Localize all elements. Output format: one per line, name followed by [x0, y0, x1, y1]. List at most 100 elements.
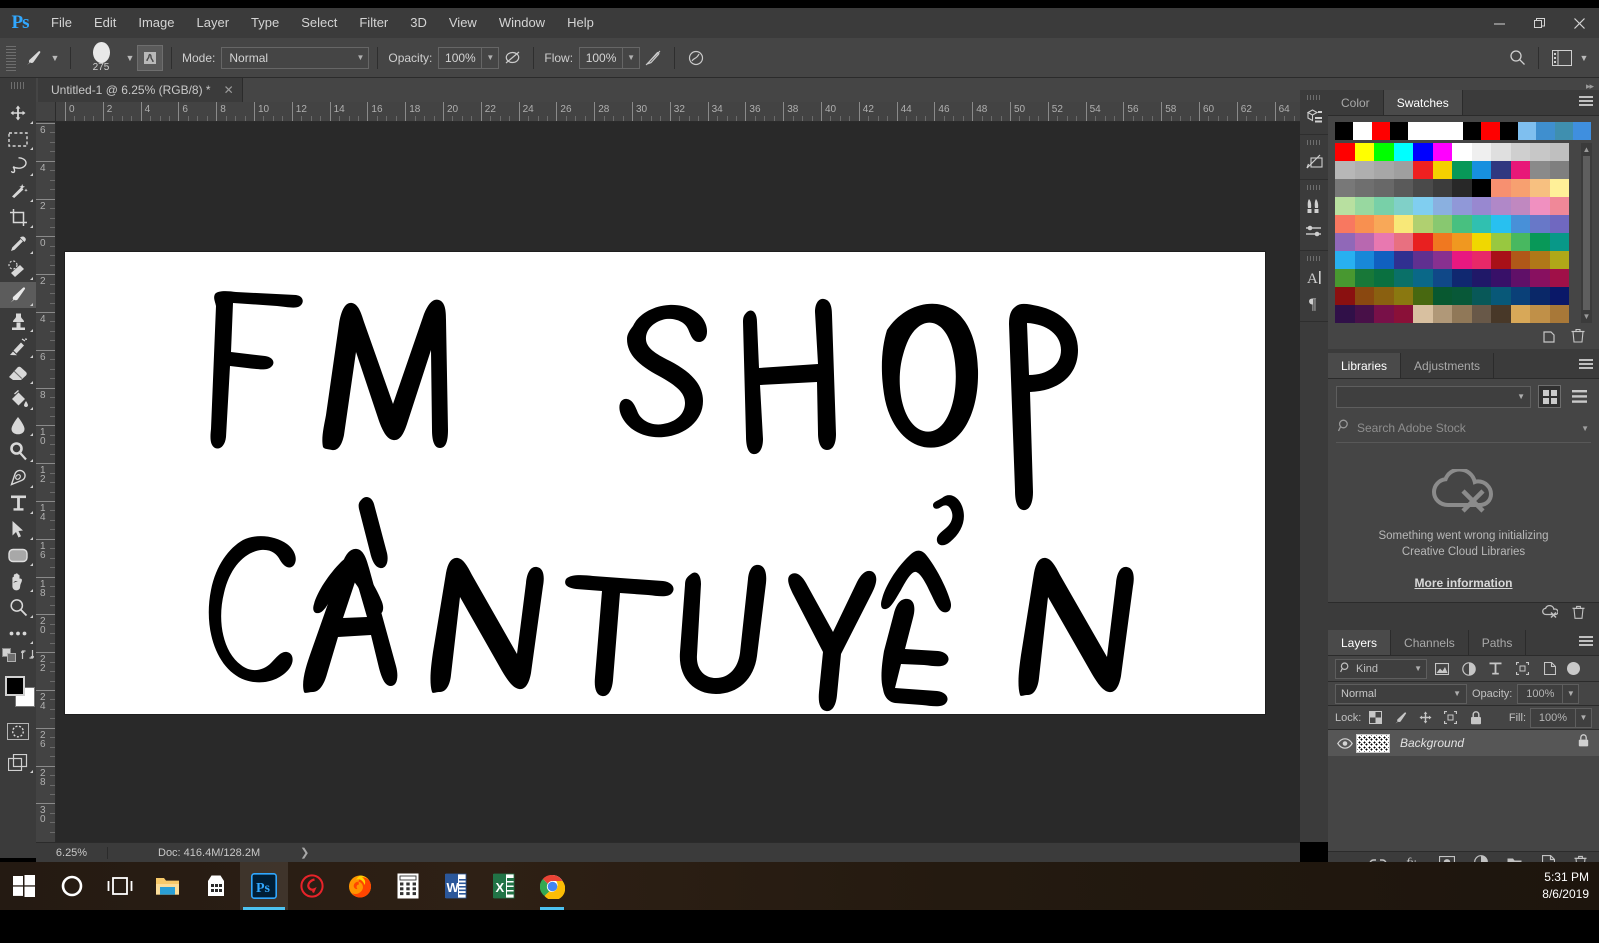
- filter-shape-icon[interactable]: [1510, 659, 1535, 679]
- tool-history-brush[interactable]: [0, 334, 36, 360]
- swatch-cell[interactable]: [1491, 215, 1511, 233]
- lock-artboard-icon[interactable]: [1440, 708, 1461, 728]
- tab-libraries[interactable]: Libraries: [1328, 353, 1402, 378]
- opacity-pressure-icon[interactable]: [499, 45, 525, 71]
- swatch-cell[interactable]: [1517, 122, 1537, 140]
- opacity-input[interactable]: 100%: [438, 46, 483, 69]
- tool-marquee[interactable]: [0, 126, 36, 152]
- layer-visibility-eye-icon[interactable]: [1334, 737, 1356, 749]
- swatch-cell[interactable]: [1413, 161, 1433, 179]
- swatch-cell[interactable]: [1432, 179, 1452, 197]
- horizontal-ruler[interactable]: 0 2 4 6 8 10 12 14 16 18 20 22 24 26 28 30 32 34 36 38 40 42 4…: [56, 102, 1300, 122]
- swatch-cell[interactable]: [1452, 197, 1472, 215]
- swatch-cell[interactable]: [1335, 233, 1355, 251]
- list-view-button[interactable]: [1568, 385, 1591, 408]
- swatch-cell[interactable]: [1413, 287, 1433, 305]
- workspace-chevron-down-icon[interactable]: ▼: [1577, 53, 1591, 63]
- swatch-cell[interactable]: [1335, 179, 1355, 197]
- swatch-cell[interactable]: [1491, 161, 1511, 179]
- swatch-cell[interactable]: [1491, 233, 1511, 251]
- swatch-cell[interactable]: [1354, 287, 1374, 305]
- swatch-cell[interactable]: [1432, 143, 1452, 161]
- filter-smartobject-icon[interactable]: [1537, 659, 1562, 679]
- menu-type[interactable]: Type: [240, 8, 290, 38]
- tool-type[interactable]: [0, 490, 36, 516]
- swatch-cell[interactable]: [1335, 215, 1355, 233]
- swatch-cell[interactable]: [1432, 197, 1452, 215]
- swatch-cell[interactable]: [1549, 215, 1569, 233]
- swatch-cell[interactable]: [1374, 305, 1394, 323]
- swatch-cell[interactable]: [1491, 197, 1511, 215]
- tool-quick-selection[interactable]: [0, 178, 36, 204]
- swatch-cell[interactable]: [1530, 269, 1550, 287]
- artboard[interactable]: [65, 252, 1265, 714]
- swatch-cell[interactable]: [1491, 251, 1511, 269]
- menu-filter[interactable]: Filter: [348, 8, 399, 38]
- quick-mask-mode-button[interactable]: [0, 718, 36, 744]
- swatch-cell[interactable]: [1354, 251, 1374, 269]
- flow-input[interactable]: 100%: [579, 46, 624, 69]
- swatch-cell[interactable]: [1452, 161, 1472, 179]
- swatches-scrollbar[interactable]: ▲ ▼: [1581, 143, 1592, 323]
- swatch-cell[interactable]: [1471, 143, 1491, 161]
- search-icon[interactable]: [1504, 45, 1530, 71]
- layer-opacity-input[interactable]: 100%: [1517, 683, 1564, 704]
- swatch-cell[interactable]: [1374, 287, 1394, 305]
- swatch-cell[interactable]: [1335, 269, 1355, 287]
- swatch-cell[interactable]: [1353, 122, 1372, 140]
- library-select[interactable]: ▼: [1336, 385, 1531, 408]
- swatch-cell[interactable]: [1413, 269, 1433, 287]
- swatch-cell[interactable]: [1549, 197, 1569, 215]
- swatch-cell[interactable]: [1549, 179, 1569, 197]
- swatch-cell[interactable]: [1530, 215, 1550, 233]
- swatch-cell[interactable]: [1463, 122, 1482, 140]
- swatch-cell[interactable]: [1335, 161, 1355, 179]
- close-button[interactable]: [1559, 8, 1599, 38]
- lock-position-icon[interactable]: [1415, 708, 1436, 728]
- swatch-cell[interactable]: [1335, 287, 1355, 305]
- filter-type-icon[interactable]: [1483, 659, 1508, 679]
- swatch-cell[interactable]: [1452, 179, 1472, 197]
- swatch-cell[interactable]: [1432, 305, 1452, 323]
- swatch-cell[interactable]: [1510, 143, 1530, 161]
- chrome-button[interactable]: [528, 862, 576, 910]
- lock-image-pixels-icon[interactable]: [1390, 708, 1411, 728]
- tab-layers[interactable]: Layers: [1328, 630, 1392, 655]
- swatch-cell[interactable]: [1452, 143, 1472, 161]
- rail-grip[interactable]: [1307, 95, 1321, 100]
- swatch-cell[interactable]: [1374, 233, 1394, 251]
- measurement-log-icon[interactable]: [1300, 148, 1328, 174]
- menu-image[interactable]: Image: [127, 8, 185, 38]
- swatch-cell[interactable]: [1452, 305, 1472, 323]
- foreground-color-swatch[interactable]: [5, 676, 25, 696]
- swatch-recent-row[interactable]: [1335, 122, 1592, 140]
- swatch-cell[interactable]: [1335, 143, 1355, 161]
- swatch-grid[interactable]: [1335, 143, 1578, 323]
- rail-grip[interactable]: [1307, 256, 1321, 261]
- swatch-cell[interactable]: [1452, 269, 1472, 287]
- swatch-cell[interactable]: [1471, 251, 1491, 269]
- swatch-cell[interactable]: [1374, 215, 1394, 233]
- lock-transparent-pixels-icon[interactable]: [1365, 708, 1386, 728]
- toolbar-grip[interactable]: [11, 82, 25, 89]
- coccoc-button[interactable]: [288, 862, 336, 910]
- swatch-cell[interactable]: [1335, 251, 1355, 269]
- taskbar-clock[interactable]: 5:31 PM 8/6/2019: [1479, 862, 1589, 910]
- menu-select[interactable]: Select: [290, 8, 348, 38]
- calculator-button[interactable]: [384, 862, 432, 910]
- tab-swatches[interactable]: Swatches: [1383, 90, 1463, 115]
- vertical-ruler[interactable]: 6 4 2 0 2 4 6 8 10 12 14 16 18 20 22 24 26 28 30: [36, 122, 56, 842]
- swatch-cell[interactable]: [1413, 215, 1433, 233]
- layer-fill-chevron-down-icon[interactable]: ▼: [1576, 707, 1592, 728]
- scroll-down-icon[interactable]: ▼: [1583, 312, 1591, 321]
- menu-help[interactable]: Help: [556, 8, 605, 38]
- adobe-stock-search[interactable]: Search Adobe Stock ▼: [1336, 412, 1591, 443]
- brush-size-preview[interactable]: 275: [79, 40, 123, 76]
- swatch-cell[interactable]: [1374, 269, 1394, 287]
- swatch-cell[interactable]: [1452, 251, 1472, 269]
- tab-adjustments[interactable]: Adjustments: [1401, 353, 1495, 378]
- swatch-cell[interactable]: [1354, 179, 1374, 197]
- swatch-cell[interactable]: [1510, 251, 1530, 269]
- swatch-cell[interactable]: [1413, 305, 1433, 323]
- word-button[interactable]: W: [432, 862, 480, 910]
